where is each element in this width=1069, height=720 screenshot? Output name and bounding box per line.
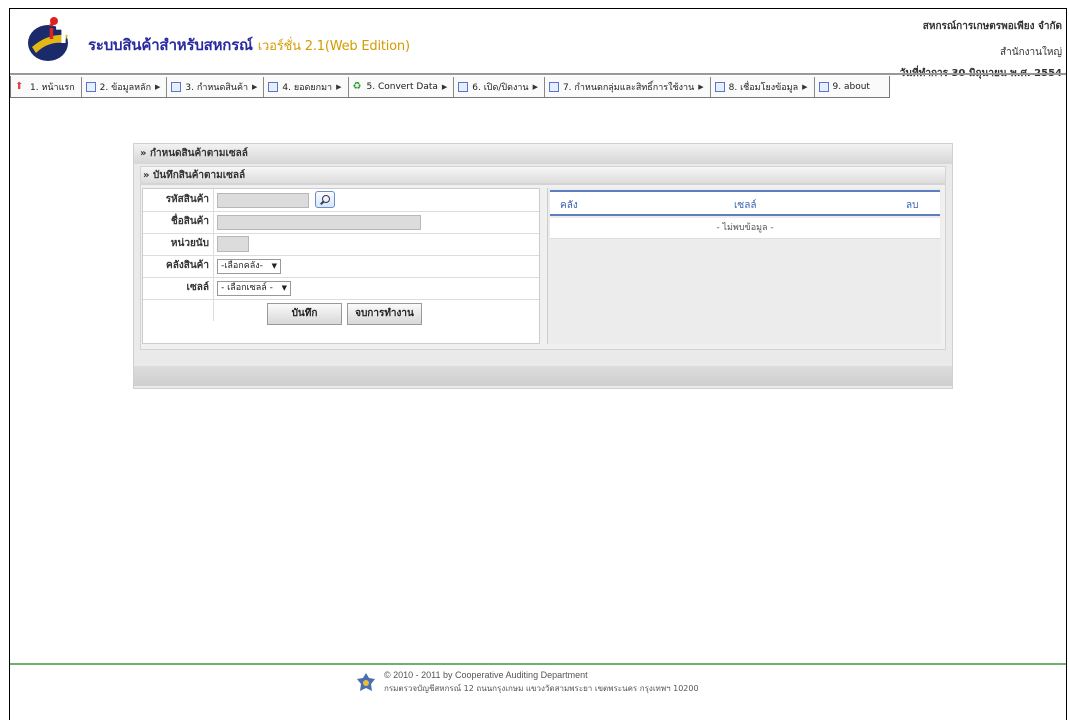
cell-label: เซลล์ <box>186 282 209 293</box>
column-cell: เซลล์ <box>734 200 757 211</box>
product-cell-form: รหัสสินค้า ชื่อสินค้า หน่วยนับ คลังสินค้… <box>142 188 540 344</box>
menu-opening-balance-label: 4. ยอดยกมา <box>282 82 333 93</box>
product-cell-table: คลัง เซลล์ ลบ - ไม่พบข้อมูล - <box>547 188 941 344</box>
submenu-arrow-icon: ▶ <box>441 82 448 91</box>
submenu-arrow-icon: ▶ <box>252 82 258 91</box>
unit-input[interactable] <box>217 236 249 252</box>
home-icon: ⬆ <box>15 80 24 92</box>
svg-text:T: T <box>56 24 71 49</box>
document-icon <box>171 81 182 92</box>
product-code-input[interactable] <box>217 193 309 208</box>
main-menu: ⬆ 1. หน้าแรก 2. ข้อมูลหลัก ▶ 3. กำหนดสิน… <box>10 76 890 98</box>
table-header: คลัง เซลล์ ลบ <box>550 190 940 216</box>
submenu-arrow-icon: ▶ <box>336 82 342 91</box>
warehouse-select-value: -เลือกคลัง- <box>221 261 263 271</box>
department-seal-icon <box>357 673 375 691</box>
it-logo-icon: i T <box>28 17 71 61</box>
chevron-down-icon: ▼ <box>271 262 277 270</box>
footer-divider <box>10 663 1066 665</box>
document-icon <box>818 81 829 92</box>
address-text: กรมตรวจบัญชีสหกรณ์ 12 ถนนกรุงเกษม แขวงวั… <box>384 684 699 693</box>
header: i T ระบบสินค้าสำหรับสหกรณ์ เวอร์ชั่น 2.1… <box>10 9 1066 79</box>
product-name-input[interactable] <box>217 215 421 230</box>
panel-title: » กำหนดสินค้าตามเซลล์ <box>134 144 952 164</box>
cell-select-value: - เลือกเซลล์ - <box>221 283 273 293</box>
search-icon-handle <box>320 200 324 205</box>
form-row-product-name: ชื่อสินค้า <box>143 211 539 234</box>
column-delete: ลบ <box>906 200 919 211</box>
menu-groups-permissions[interactable]: 7. กำหนดกลุ่มและสิทธิ์การใช้งาน ▶ <box>545 76 711 97</box>
form-row-unit: หน่วยนับ <box>143 233 539 256</box>
menu-data-link[interactable]: 8. เชื่อมโยงข้อมูล ▶ <box>711 76 815 97</box>
footer: © 2010 - 2011 by Cooperative Auditing De… <box>356 670 776 700</box>
menu-about-label: 9. about <box>832 81 870 92</box>
menu-about[interactable]: 9. about <box>815 77 876 97</box>
submenu-arrow-icon: ▶ <box>698 82 704 91</box>
warehouse-select[interactable]: -เลือกคลัง- ▼ <box>217 259 281 274</box>
menu-open-close-work[interactable]: 6. เปิด/ปิดงาน ▶ <box>454 76 545 97</box>
app-title: ระบบสินค้าสำหรับสหกรณ์ เวอร์ชั่น 2.1(Web… <box>88 33 410 57</box>
menu-home[interactable]: ⬆ 1. หน้าแรก <box>11 76 82 97</box>
submenu-arrow-icon: ▶ <box>155 82 161 91</box>
app-title-text: ระบบสินค้าสำหรับสหกรณ์ <box>88 36 253 54</box>
product-code-label: รหัสสินค้า <box>165 194 209 205</box>
document-icon <box>85 81 96 92</box>
menu-groups-permissions-label: 7. กำหนดกลุ่มและสิทธิ์การใช้งาน <box>562 82 695 93</box>
document-icon <box>458 81 469 92</box>
form-row-product-code: รหัสสินค้า <box>143 189 539 212</box>
product-name-label: ชื่อสินค้า <box>170 216 209 227</box>
menu-home-label: 1. หน้าแรก <box>30 82 75 93</box>
header-divider <box>10 73 1066 75</box>
app-version: เวอร์ชั่น 2.1(Web Edition) <box>257 39 410 54</box>
column-warehouse: คลัง <box>560 200 578 211</box>
submenu-arrow-icon: ▶ <box>802 82 808 91</box>
cell-select[interactable]: - เลือกเซลล์ - ▼ <box>217 281 291 296</box>
recycle-icon: ♻ <box>352 80 362 92</box>
unit-label: หน่วยนับ <box>170 238 209 249</box>
menu-convert-data[interactable]: ♻ 5. Convert Data ▶ <box>349 76 455 97</box>
document-icon <box>714 81 725 92</box>
document-icon <box>548 81 559 92</box>
menu-define-product-label: 3. กำหนดสินค้า <box>185 82 249 93</box>
product-cell-panel: » กำหนดสินค้าตามเซลล์ » บันทึกสินค้าตามเ… <box>133 143 953 389</box>
form-row-cell: เซลล์ - เลือกเซลล์ - ▼ <box>143 277 539 300</box>
org-name: สหกรณ์การเกษตรพอเพียง จำกัด <box>922 21 1062 32</box>
end-work-button[interactable]: จบการทำงาน <box>347 303 422 325</box>
table-empty-message: - ไม่พบข้อมูล - <box>550 218 940 239</box>
menu-master-data[interactable]: 2. ข้อมูลหลัก ▶ <box>82 76 168 97</box>
calendar-icon <box>268 81 279 92</box>
menu-open-close-work-label: 6. เปิด/ปิดงาน <box>472 82 529 93</box>
save-button[interactable]: บันทึก <box>267 303 342 325</box>
copyright-text: © 2010 - 2011 by Cooperative Auditing De… <box>384 670 588 680</box>
menu-master-data-label: 2. ข้อมูลหลัก <box>99 82 152 93</box>
panel-subtitle: » บันทึกสินค้าตามเซลล์ <box>140 166 946 184</box>
menu-define-product[interactable]: 3. กำหนดสินค้า ▶ <box>167 76 265 97</box>
chevron-down-icon: ▼ <box>281 284 287 292</box>
submenu-arrow-icon: ▶ <box>532 82 538 91</box>
menu-data-link-label: 8. เชื่อมโยงข้อมูล <box>728 82 799 93</box>
warehouse-label: คลังสินค้า <box>166 260 209 271</box>
form-row-warehouse: คลังสินค้า -เลือกคลัง- ▼ <box>143 255 539 278</box>
menu-opening-balance[interactable]: 4. ยอดยกมา ▶ <box>264 76 349 97</box>
search-product-button[interactable] <box>315 191 335 208</box>
svg-text:i: i <box>48 20 55 44</box>
branch-name: สำนักงานใหญ่ <box>1000 47 1062 58</box>
menu-convert-data-label: 5. Convert Data <box>366 81 438 92</box>
panel-footer <box>134 366 952 386</box>
